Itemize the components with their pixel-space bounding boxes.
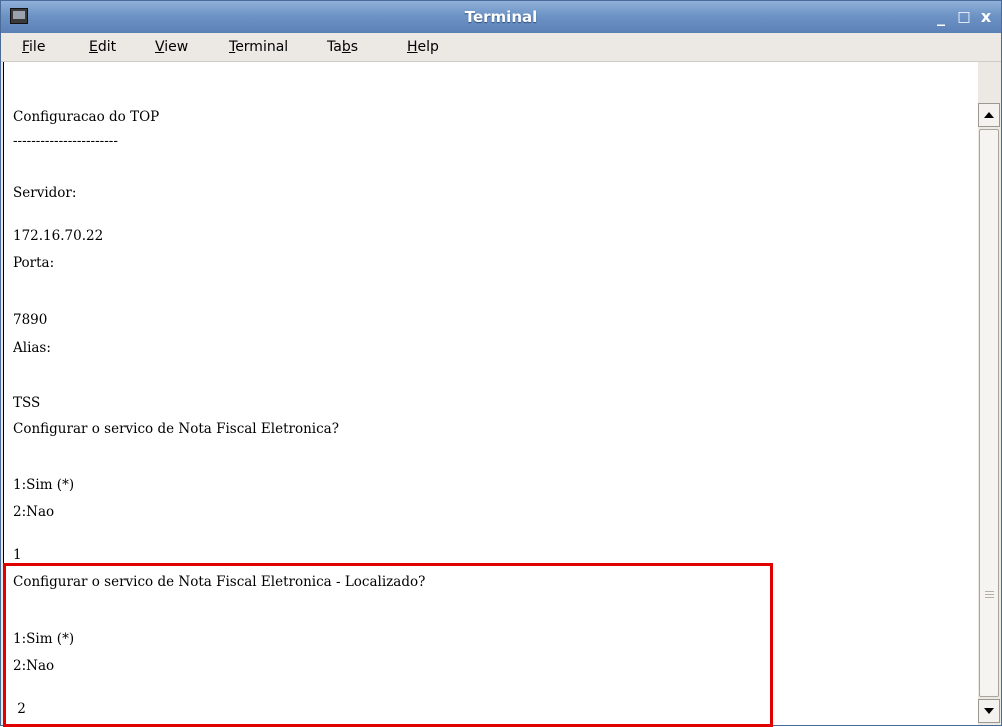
scroll-down-button[interactable] bbox=[978, 699, 1000, 723]
scrollbar-thumb[interactable] bbox=[979, 129, 999, 697]
grip-line bbox=[985, 591, 994, 592]
window-title: Terminal bbox=[464, 8, 538, 26]
menu-tabs[interactable]: Tabs bbox=[327, 33, 358, 61]
maximize-button[interactable]: □ bbox=[954, 7, 974, 27]
terminal-line: 172.16.70.22 bbox=[13, 228, 104, 244]
menu-edit[interactable]: Edit bbox=[89, 33, 116, 61]
terminal-line: Porta: bbox=[13, 255, 55, 271]
terminal-line: Configuracao do TOP bbox=[13, 109, 160, 125]
grip-line bbox=[985, 594, 994, 595]
highlight-annotation bbox=[3, 563, 773, 727]
terminal-window: Terminal _ □ x File Edit View Terminal T… bbox=[0, 0, 1002, 727]
terminal-line: Servidor: bbox=[13, 185, 77, 201]
grip-line bbox=[985, 597, 994, 598]
arrow-up-icon bbox=[984, 112, 994, 118]
arrow-down-icon bbox=[984, 708, 994, 714]
scroll-up-button[interactable] bbox=[978, 103, 1000, 127]
terminal-line: ----------------------- bbox=[13, 133, 118, 149]
terminal-line: Alias: bbox=[13, 340, 51, 356]
terminal-line: 2:Nao bbox=[13, 504, 55, 520]
menu-help[interactable]: Help bbox=[407, 33, 439, 61]
terminal-line: 7890 bbox=[13, 312, 48, 328]
terminal-line: TSS bbox=[13, 395, 41, 411]
menu-view[interactable]: View bbox=[155, 33, 188, 61]
terminal-line: 1 bbox=[13, 547, 22, 563]
menu-file[interactable]: File bbox=[22, 33, 45, 61]
terminal-line: 1:Sim (*) bbox=[13, 477, 75, 493]
menu-terminal[interactable]: Terminal bbox=[229, 33, 288, 61]
close-button[interactable]: x bbox=[976, 7, 996, 27]
title-bar[interactable]: Terminal _ □ x bbox=[1, 1, 1001, 33]
minimize-button[interactable]: _ bbox=[931, 7, 951, 27]
menu-bar: File Edit View Terminal Tabs Help bbox=[1, 33, 1001, 62]
terminal-line: Configurar o servico de Nota Fiscal Elet… bbox=[13, 421, 339, 437]
